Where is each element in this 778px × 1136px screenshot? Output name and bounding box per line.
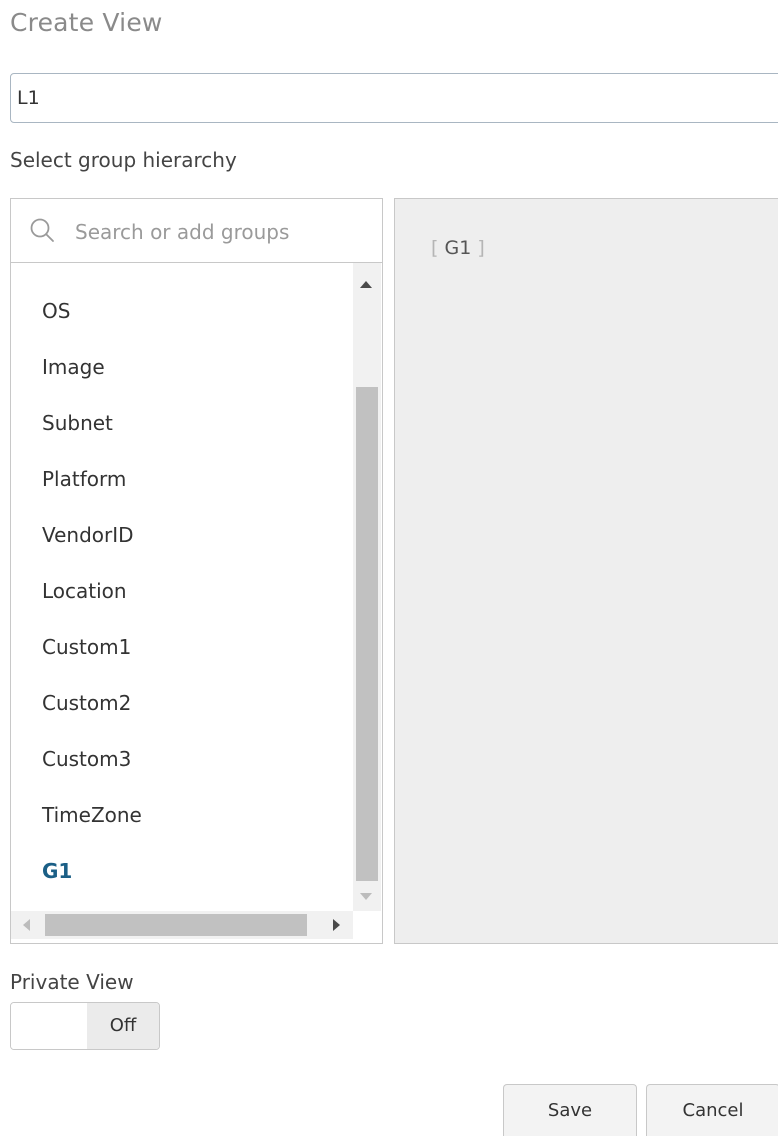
private-view-label: Private View (10, 970, 134, 994)
scroll-left-arrow-icon[interactable] (23, 919, 30, 931)
group-list: OS Image Subnet Platform VendorID Locati… (11, 263, 351, 911)
private-view-toggle[interactable]: Off (10, 1002, 160, 1050)
dialog-title: Create View (10, 8, 163, 37)
group-item-g1[interactable]: G1 (42, 859, 72, 883)
view-name-input[interactable] (10, 73, 778, 123)
scroll-right-arrow-icon[interactable] (333, 919, 340, 931)
group-item-image[interactable]: Image (42, 355, 105, 379)
group-hierarchy-label: Select group hierarchy (10, 148, 237, 172)
scroll-down-arrow-icon[interactable] (360, 893, 372, 900)
available-groups-panel: OS Image Subnet Platform VendorID Locati… (10, 198, 383, 944)
group-item-os[interactable]: OS (42, 299, 70, 323)
group-list-horizontal-scrollbar[interactable] (11, 911, 353, 939)
group-item-platform[interactable]: Platform (42, 467, 126, 491)
group-item-timezone[interactable]: TimeZone (42, 803, 142, 827)
search-icon (30, 218, 54, 242)
group-item-custom2[interactable]: Custom2 (42, 691, 131, 715)
group-item-vendorid[interactable]: VendorID (42, 523, 134, 547)
group-item-custom1[interactable]: Custom1 (42, 635, 131, 659)
hierarchy-token-g1[interactable]: [ G1 ] (431, 237, 485, 259)
vertical-scroll-thumb[interactable] (356, 387, 378, 881)
save-button[interactable]: Save (503, 1084, 637, 1136)
cancel-button[interactable]: Cancel (646, 1084, 778, 1136)
group-search-row (11, 199, 382, 263)
token-label: G1 (444, 237, 472, 259)
group-search-input[interactable] (73, 209, 377, 255)
toggle-knob (11, 1003, 87, 1049)
toggle-state-label: Off (87, 1003, 159, 1049)
token-close-bracket: ] (477, 237, 485, 259)
selected-hierarchy-panel[interactable]: [ G1 ] (394, 198, 778, 944)
create-view-dialog: Create View Select group hierarchy OS Im… (0, 0, 778, 1136)
group-list-vertical-scrollbar[interactable] (353, 263, 381, 911)
scroll-up-arrow-icon[interactable] (360, 281, 372, 288)
scrollbar-corner (353, 911, 381, 939)
horizontal-scroll-thumb[interactable] (45, 914, 307, 936)
group-item-location[interactable]: Location (42, 579, 127, 603)
token-open-bracket: [ (431, 237, 439, 259)
group-item-custom3[interactable]: Custom3 (42, 747, 131, 771)
group-item-subnet[interactable]: Subnet (42, 411, 113, 435)
